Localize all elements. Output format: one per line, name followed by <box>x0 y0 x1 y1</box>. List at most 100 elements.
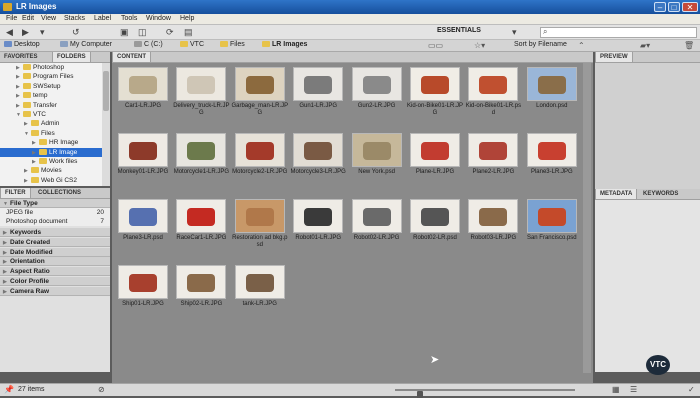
thumbnail-item[interactable]: Kid-on-Bike01-LR.JPG <box>406 67 464 129</box>
thumbnail-item[interactable]: Motorcycle1-LR.JPG <box>172 133 230 195</box>
folder-item[interactable]: ▶ temp <box>0 91 102 100</box>
thumbnail-image[interactable] <box>118 199 168 233</box>
menu-stacks[interactable]: Stacks <box>64 15 85 22</box>
thumbnail-item[interactable]: tank-LR.JPG <box>231 265 289 327</box>
folder-item[interactable]: ▶ Movies <box>0 166 102 175</box>
breadcrumb-my-computer[interactable]: My Computer <box>60 41 112 48</box>
filter-category[interactable]: ▶ Date Created <box>0 237 110 247</box>
filter-category[interactable]: ▶ Aspect Ratio <box>0 267 110 277</box>
breadcrumb-desktop[interactable]: Desktop <box>4 41 40 48</box>
filter-jpeg[interactable]: JPEG file 20 <box>0 208 110 217</box>
grid-view-icon[interactable]: ▦ <box>612 385 620 394</box>
open-recent-icon[interactable]: ⟳ <box>166 27 174 37</box>
expand-triangle-icon[interactable]: ▶ <box>24 177 31 186</box>
delete-icon[interactable]: 🗑 <box>684 41 694 50</box>
thumbnail-item[interactable]: Gun1-LR.JPG <box>289 67 347 129</box>
quality-view-icon[interactable]: ▭▭ <box>428 41 443 50</box>
rotate-icon[interactable]: ↺ <box>72 27 80 37</box>
thumbnail-image[interactable] <box>234 199 285 233</box>
thumbnail-image[interactable] <box>351 67 402 101</box>
thumbnail-item[interactable]: Robot01-LR.JPG <box>289 199 347 261</box>
folder-item[interactable]: ▶ Photoshop <box>0 63 102 72</box>
thumbnail-item[interactable]: Restoration ad bkg.psd <box>231 199 289 261</box>
folder-item[interactable]: ▼ Files <box>0 129 102 138</box>
thumbnail-item[interactable]: Motorcycle2-LR.JPG <box>231 133 289 195</box>
check-icon[interactable]: ✓ <box>688 385 695 394</box>
thumbnail-image[interactable] <box>351 133 402 167</box>
menu-help[interactable]: Help <box>180 15 194 22</box>
refine-icon[interactable]: ◫ <box>138 27 147 37</box>
close-button[interactable]: ✕ <box>682 2 698 12</box>
breadcrumb-vtc[interactable]: VTC <box>180 41 204 48</box>
thumbnail-image[interactable] <box>234 67 285 101</box>
folder-item[interactable]: ▶ SWSetup <box>0 82 102 91</box>
thumbnail-image[interactable] <box>118 265 168 299</box>
new-folder-icon[interactable]: ▤ <box>184 27 193 37</box>
thumbnail-item[interactable]: RaceCar1-LR.JPG <box>172 199 230 261</box>
thumbnail-image[interactable] <box>234 265 285 299</box>
thumbnail-item[interactable]: Delivery_truck-LR.JPG <box>172 67 230 129</box>
breadcrumb-lr-images[interactable]: LR Images <box>262 41 307 48</box>
thumbnail-image[interactable] <box>526 67 577 101</box>
details-view-icon[interactable]: ☰ <box>630 385 637 394</box>
thumbnail-item[interactable]: Plane-LR.JPG <box>406 133 464 195</box>
folder-item[interactable]: ▶ Admin <box>0 119 102 128</box>
thumbnail-item[interactable]: Ship01-LR.JPG <box>114 265 172 327</box>
thumbnail-image[interactable] <box>234 133 285 167</box>
thumbnail-image[interactable] <box>118 133 168 167</box>
thumbnail-image[interactable] <box>118 67 168 101</box>
folder-item[interactable]: ▶ HR Image <box>0 138 102 147</box>
thumbnail-item[interactable]: Ship02-LR.JPG <box>172 265 230 327</box>
tab-keywords[interactable]: KEYWORDS <box>639 189 682 199</box>
thumbnail-item[interactable]: Motorcycle3-LR.JPG <box>289 133 347 195</box>
back-arrow-icon[interactable]: ◀ <box>6 27 13 37</box>
thumbnail-image[interactable] <box>293 133 344 167</box>
filter-category[interactable]: ▶ Orientation <box>0 257 110 267</box>
thumbnail-image[interactable] <box>293 199 344 233</box>
thumbnail-image[interactable] <box>526 199 577 233</box>
thumbnail-image[interactable] <box>468 67 519 101</box>
folders-scrollbar[interactable] <box>102 63 110 186</box>
camera-icon[interactable]: ▣ <box>120 27 129 37</box>
minimize-button[interactable]: – <box>654 2 666 12</box>
thumbnail-image[interactable] <box>176 67 227 101</box>
thumbnail-item[interactable]: Robot03-LR.JPG <box>464 199 522 261</box>
thumbnail-item[interactable]: Robot02-LR.psd <box>406 199 464 261</box>
breadcrumb-c-drive[interactable]: C (C:) <box>134 41 163 48</box>
thumbnail-size-slider[interactable] <box>395 389 575 398</box>
scroll-thumb[interactable] <box>103 71 109 111</box>
thumbnail-image[interactable] <box>351 199 402 233</box>
tab-content[interactable]: CONTENT <box>112 52 151 62</box>
thumbnail-item[interactable]: Kid-on-Bike01-LR.psd <box>464 67 522 129</box>
thumbnail-item[interactable]: Gun2-LR.JPG <box>348 67 406 129</box>
thumbnail-item[interactable]: Plane3-LR.JPG <box>523 133 581 195</box>
thumbnail-item[interactable]: San Francisco.psd <box>523 199 581 261</box>
workspace-chevron-icon[interactable]: ▾ <box>512 27 517 37</box>
thumbnail-image[interactable] <box>410 133 460 167</box>
pin-icon[interactable]: 📌 <box>4 385 14 394</box>
thumbnail-item[interactable]: Car1-LR.JPG <box>114 67 172 129</box>
thumbnail-image[interactable] <box>293 67 344 101</box>
filter-category[interactable]: ▶ Color Profile <box>0 277 110 286</box>
maximize-button[interactable]: □ <box>668 2 680 12</box>
filter-photoshop[interactable]: Photoshop document 7 <box>0 217 110 226</box>
folder-item[interactable]: ▶ Web Gi CS2 <box>0 176 102 185</box>
thumbnail-image[interactable] <box>410 199 460 233</box>
sort-dropdown[interactable]: Sort by Filename <box>514 41 567 48</box>
menu-file[interactable]: File <box>6 15 17 22</box>
thumbnail-image[interactable] <box>176 133 227 167</box>
forward-arrow-icon[interactable]: ▶ <box>22 27 29 37</box>
folder-item[interactable]: ▶ LR Image <box>0 147 102 157</box>
menu-view[interactable]: View <box>41 15 56 22</box>
thumbnail-item[interactable]: Monkey01-LR.JPG <box>114 133 172 195</box>
thumbnail-image[interactable] <box>176 265 227 299</box>
tab-folders[interactable]: FOLDERS <box>52 52 91 62</box>
thumbnail-image[interactable] <box>526 133 577 167</box>
thumbnail-image[interactable] <box>176 199 227 233</box>
menu-window[interactable]: Window <box>146 15 171 22</box>
tab-filter[interactable]: FILTER <box>0 188 31 198</box>
filter-category[interactable]: ▶ Camera Raw <box>0 286 110 296</box>
thumbnail-item[interactable]: Plane3-LR.psd <box>114 199 172 261</box>
folder-item[interactable]: ▶ Work files <box>0 157 102 166</box>
no-filter-icon[interactable]: ⊘ <box>98 385 105 394</box>
